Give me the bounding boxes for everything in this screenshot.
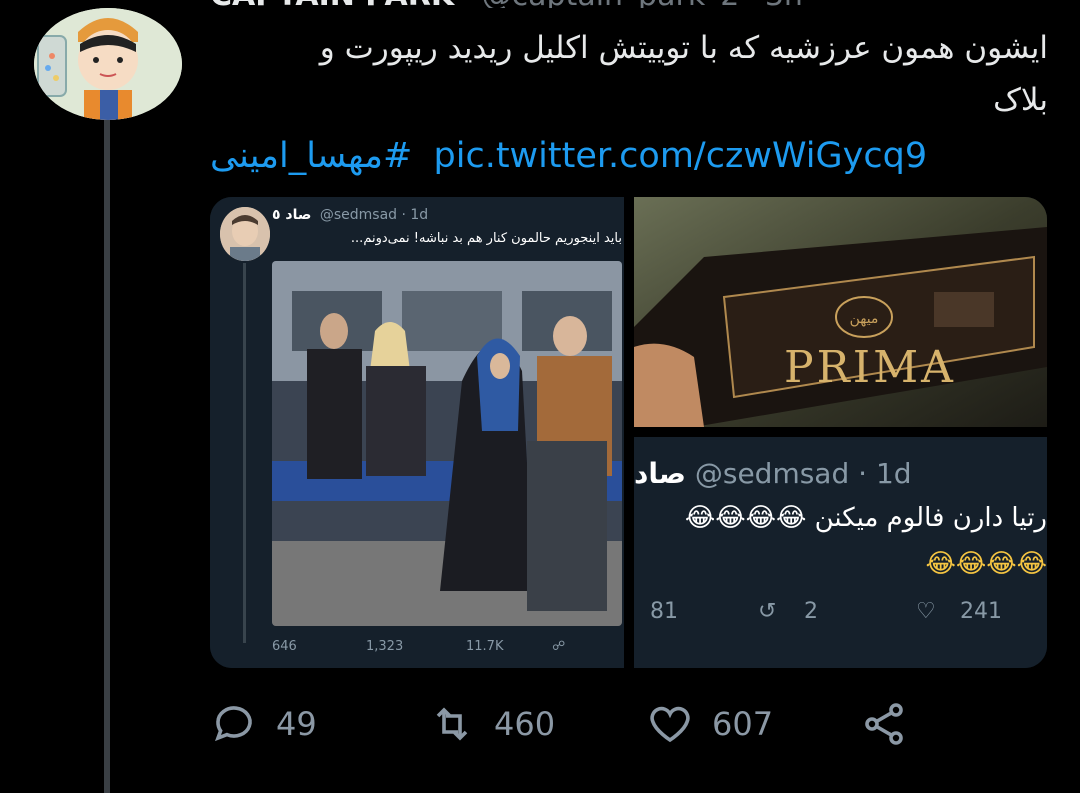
retweet-count: 460 [494,705,556,743]
reply-handle: @sedmsad [694,457,850,490]
pic-link[interactable]: pic.twitter.com/czwWiGycq9 [434,136,928,176]
tweet-actions: 49 460 607 [210,700,930,750]
quoted-reply-count: 646 [272,639,297,654]
quoted-handle: @sedmsad [319,207,398,223]
grid-divider-horizontal [634,427,1047,437]
retweet-action[interactable]: 460 [428,700,555,748]
metro-photo [272,261,622,626]
reply-like-icon: ♡ [916,599,936,624]
media-quoted-reply[interactable]: صاد @sedmsad · 1d رتیا دارن فالوم میکنن … [634,437,1047,668]
tweet-text: ایشون همون عرزشیه که با توییتش اکلیل رید… [319,30,1048,118]
media-quoted-screenshot[interactable]: صاد ٥ @sedmsad · 1d باید اینجوریم حالمون… [210,197,624,668]
heart-icon [650,706,690,743]
share-action[interactable] [860,700,908,748]
reply-emoji-line: 😂😂😂😂 [925,549,1047,579]
reply-reply-count: 81 [650,599,678,624]
brand-logo-text: میهن [850,311,879,327]
like-count: 607 [712,705,774,743]
quoted-text: باید اینجوریم حالمون کنار هم بد نباشه! ن… [350,231,622,246]
thread-line [104,120,110,793]
media-icecream-photo[interactable]: میهن PRIMA [634,197,1047,427]
brand-text: PRIMA [784,342,956,393]
like-action[interactable]: 607 [646,700,773,748]
quoted-header: صاد ٥ @sedmsad · 1d [272,207,428,223]
quoted-age: · 1d [401,207,429,223]
tweet-header: CAPTAIN PARK @captain_park_2 3h [210,0,870,8]
avatar-illustration [34,8,182,120]
retweet-icon [436,707,468,741]
grid-divider-vertical [624,197,634,668]
reply-text: رتیا دارن فالوم میکنن 😂😂😂😂 [684,503,1047,533]
reply-age: · 1d [858,457,912,490]
hashtag-link[interactable]: #مهسا_امینی [210,136,412,176]
quoted-thread-line [243,263,246,643]
tweet-links: #مهسا_امینی pic.twitter.com/czwWiGycq9 [210,136,970,182]
reply-header: صاد @sedmsad · 1d [634,457,1047,490]
author-handle[interactable]: @captain_park_2 [482,0,740,8]
reply-name: صاد [634,457,686,490]
reply-count: 49 [276,705,317,743]
share-icon [865,703,903,745]
tweet-time[interactable]: 3h [765,0,803,8]
quoted-avatar [220,207,270,261]
avatar[interactable] [34,8,182,120]
media-grid[interactable]: صاد ٥ @sedmsad · 1d باید اینجوریم حالمون… [210,197,1047,668]
reply-retweet-count: 2 [804,599,818,624]
quoted-share-icon: ☍ [552,639,566,654]
reply-like-count: 241 [960,599,1002,624]
reply-action[interactable]: 49 [210,700,317,748]
reply-retweet-icon: ↺ [758,599,777,624]
quoted-like-count: 11.7K [466,639,504,654]
reply-icon [214,706,252,742]
quoted-name: صاد ٥ [272,207,312,223]
author-name[interactable]: CAPTAIN PARK [210,0,454,8]
quoted-retweet-count: 1,323 [366,639,404,654]
